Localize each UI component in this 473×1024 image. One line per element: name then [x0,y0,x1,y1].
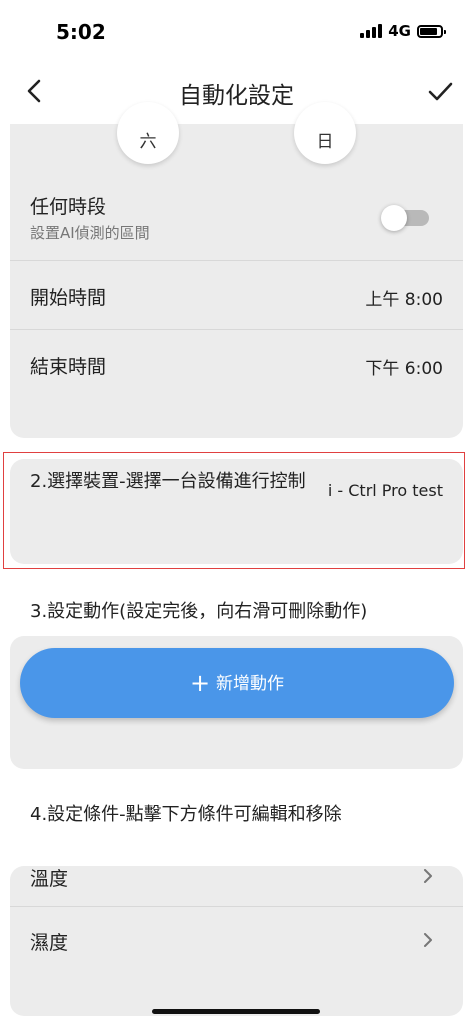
toggle-knob [381,205,407,231]
any-time-toggle[interactable] [381,205,429,231]
home-indicator[interactable] [152,1009,320,1014]
chevron-right-icon [424,933,432,947]
add-action-button[interactable]: + 新增動作 [20,648,454,718]
start-time-row[interactable]: 開始時間 上午 8:00 [10,261,463,329]
start-time-label: 開始時間 [30,287,107,309]
signal-icon [360,24,383,38]
day-button-saturday[interactable]: 六 [117,102,179,164]
conditions-section-title: 4.設定條件-點擊下方條件可編輯和移除 [30,804,342,825]
plus-icon: + [189,669,211,697]
battery-icon [417,24,446,38]
start-time-value: 上午 8:00 [365,290,443,310]
status-time: 5:02 [56,20,106,44]
condition-label: 溫度 [30,868,69,890]
status-bar: 5:02 4G [0,0,473,62]
confirm-check-icon[interactable] [425,76,455,106]
chevron-right-icon [424,869,432,883]
end-time-value: 下午 6:00 [365,359,443,379]
any-time-row: 任何時段 設置AI偵測的區間 [10,180,463,260]
actions-section-title: 3.設定動作(設定完後，向右滑可刪除動作) [30,601,368,622]
end-time-row[interactable]: 結束時間 下午 6:00 [10,330,463,398]
add-action-label: 新增動作 [216,674,285,694]
network-type: 4G [388,22,411,40]
condition-label: 濕度 [30,932,69,954]
any-time-title: 任何時段 [30,196,107,218]
conditions-card: 溫度 濕度 [10,866,463,1016]
condition-item-humidity[interactable]: 濕度 [10,906,463,974]
page-title: 自動化設定 [179,83,294,109]
end-time-label: 結束時間 [30,356,107,378]
navigation-bar: 自動化設定 [0,62,473,124]
any-time-subtitle: 設置AI偵測的區間 [30,224,150,242]
schedule-card: 六 日 任何時段 設置AI偵測的區間 開始時間 上午 8:00 結束時間 下午 … [10,102,463,438]
selection-highlight-box [3,452,465,569]
day-button-sunday[interactable]: 日 [294,102,356,164]
